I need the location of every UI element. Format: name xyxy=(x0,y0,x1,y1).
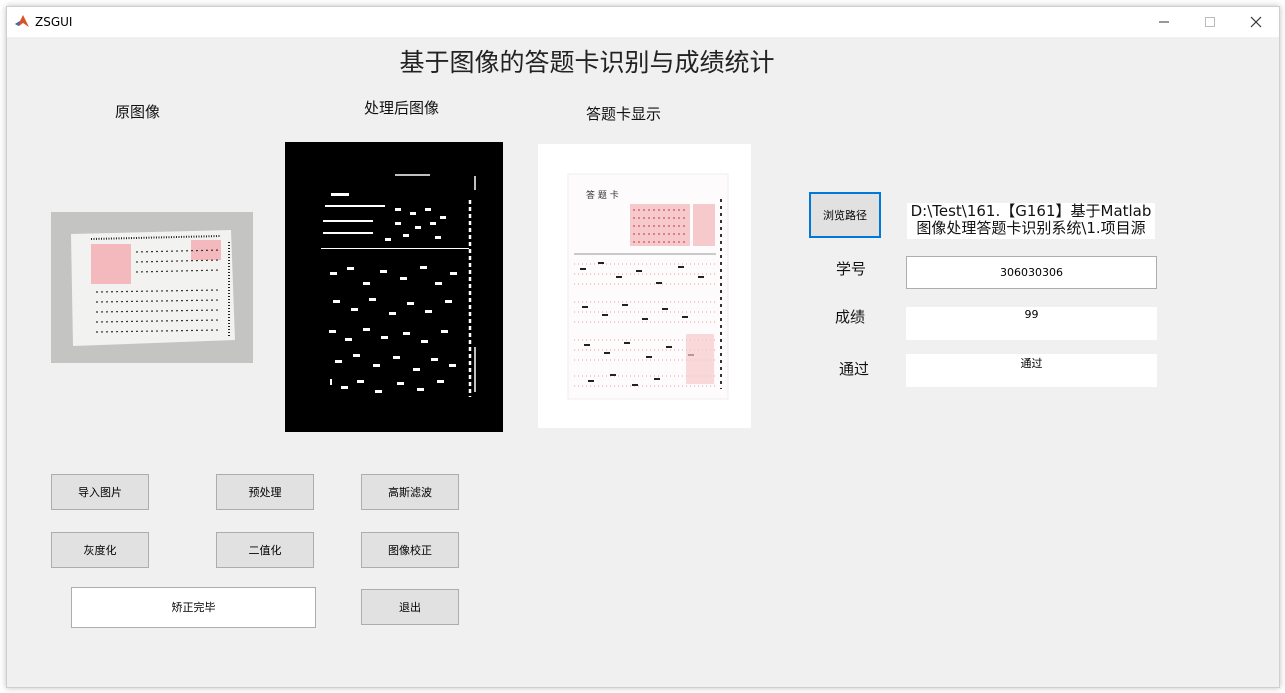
matlab-icon xyxy=(15,15,29,27)
title-bar: ZSGUI xyxy=(7,7,1279,37)
exit-button[interactable]: 退出 xyxy=(361,589,459,625)
minimize-button[interactable] xyxy=(1141,7,1187,37)
maximize-icon xyxy=(1205,17,1215,27)
answer-card-label: 答题卡显示 xyxy=(586,105,662,123)
grayscale-button[interactable]: 灰度化 xyxy=(51,532,149,568)
preprocess-button[interactable]: 预处理 xyxy=(216,474,314,510)
browse-path-button[interactable]: 浏览路径 xyxy=(809,192,881,238)
original-image xyxy=(51,212,253,363)
student-id-field[interactable]: 306030306 xyxy=(906,256,1157,289)
file-path-line-1: D:\Test\161.【G161】基于Matlab xyxy=(910,202,1152,220)
original-image-label: 原图像 xyxy=(115,103,161,121)
answer-card-image: 答 题 卡 xyxy=(538,144,751,428)
original-image-photo xyxy=(51,212,253,363)
file-path-line-2: 图像处理答题卡识别系统\1.项目源 xyxy=(916,219,1146,237)
pass-label: 通过 xyxy=(839,360,870,378)
score-field: 99 xyxy=(906,307,1157,340)
answer-card-photo: 答 题 卡 xyxy=(538,144,751,428)
maximize-button[interactable] xyxy=(1187,7,1233,37)
student-id-label: 学号 xyxy=(836,260,867,278)
binarize-button[interactable]: 二值化 xyxy=(216,532,314,568)
svg-text:答 题 卡: 答 题 卡 xyxy=(586,189,619,201)
image-correction-button[interactable]: 图像校正 xyxy=(361,532,459,568)
status-field: 矫正完毕 xyxy=(71,587,316,628)
score-label: 成绩 xyxy=(835,308,866,326)
page-title: 基于图像的答题卡识别与成绩统计 xyxy=(399,48,775,77)
processed-image-label: 处理后图像 xyxy=(364,99,440,117)
gaussian-filter-button[interactable]: 高斯滤波 xyxy=(361,474,459,510)
processed-image-binary xyxy=(285,142,503,432)
window-title: ZSGUI xyxy=(35,15,73,29)
minimize-icon xyxy=(1159,21,1169,23)
close-button[interactable] xyxy=(1233,7,1279,37)
app-window: ZSGUI 基于图像的答题卡识别与成绩统计 原图像 处理后图像 答题卡显示 答 … xyxy=(6,6,1280,688)
import-image-button[interactable]: 导入图片 xyxy=(51,474,149,510)
file-path-display: D:\Test\161.【G161】基于Matlab 图像处理答题卡识别系统\1… xyxy=(907,203,1155,239)
processed-image xyxy=(285,142,503,432)
close-icon xyxy=(1250,16,1262,28)
pass-field: 通过 xyxy=(906,354,1157,387)
